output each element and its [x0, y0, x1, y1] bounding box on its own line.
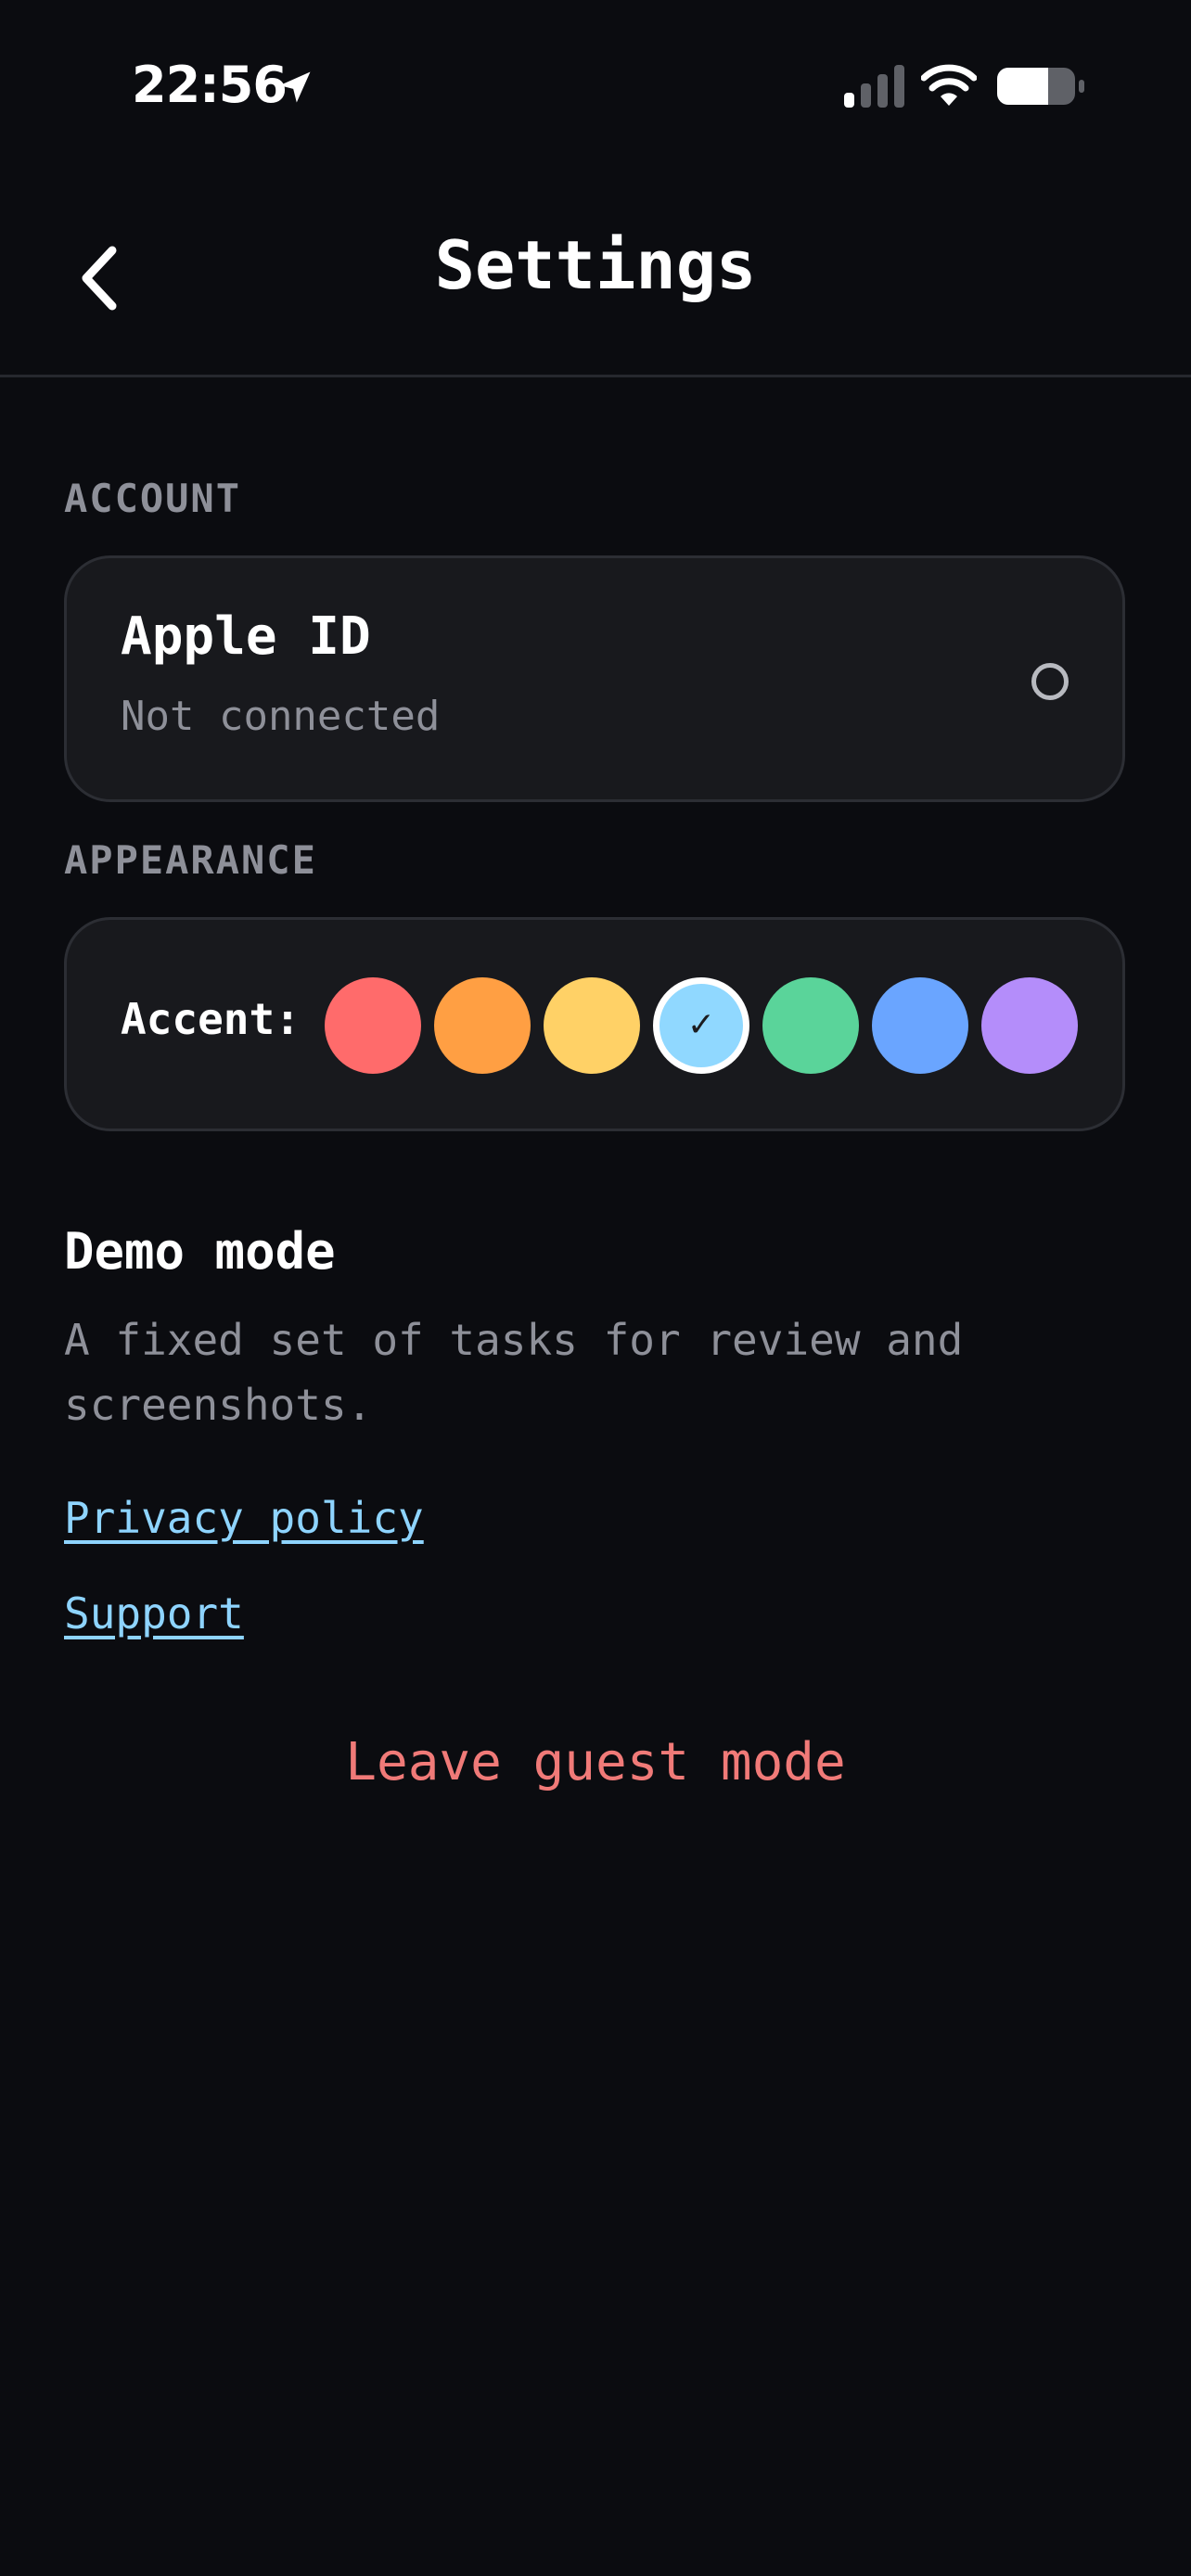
accent-label: Accent: [121, 994, 301, 1044]
checkmark-icon: ✓ [686, 1006, 716, 1044]
appearance-section-header: APPEARANCE [64, 837, 317, 883]
navigation-bar: Settings [0, 176, 1191, 377]
accent-swatch-yellow[interactable] [544, 977, 640, 1074]
apple-id-title: Apple ID [121, 606, 371, 667]
account-section-header: ACCOUNT [64, 476, 242, 521]
accent-swatch-orange[interactable] [434, 977, 531, 1074]
accent-color-card: Accent: ✓ [64, 917, 1125, 1131]
accent-swatch-red[interactable] [325, 977, 421, 1074]
accent-swatch-green[interactable] [762, 977, 859, 1074]
accent-swatch-blue[interactable] [872, 977, 968, 1074]
status-bar: 22:56 [0, 0, 1191, 176]
privacy-policy-link[interactable]: Privacy policy [64, 1493, 424, 1543]
leave-guest-mode-button[interactable]: Leave guest mode [0, 1732, 1191, 1792]
support-link[interactable]: Support [64, 1588, 244, 1639]
wifi-icon [921, 64, 977, 106]
status-time: 22:56 [132, 56, 288, 114]
page-title: Settings [434, 226, 757, 304]
accent-swatch-purple[interactable] [981, 977, 1078, 1074]
location-arrow-icon [279, 71, 311, 103]
demo-mode-description: A fixed set of tasks for review and scre… [64, 1315, 964, 1430]
accent-swatch-light-blue[interactable]: ✓ [653, 977, 749, 1074]
apple-id-radio[interactable] [1031, 663, 1069, 700]
battery-icon [997, 68, 1084, 105]
apple-id-row[interactable]: Apple ID Not connected [64, 555, 1125, 802]
cellular-signal-icon [844, 65, 904, 108]
demo-mode-title[interactable]: Demo mode [64, 1222, 336, 1281]
apple-id-status: Not connected [121, 693, 441, 740]
